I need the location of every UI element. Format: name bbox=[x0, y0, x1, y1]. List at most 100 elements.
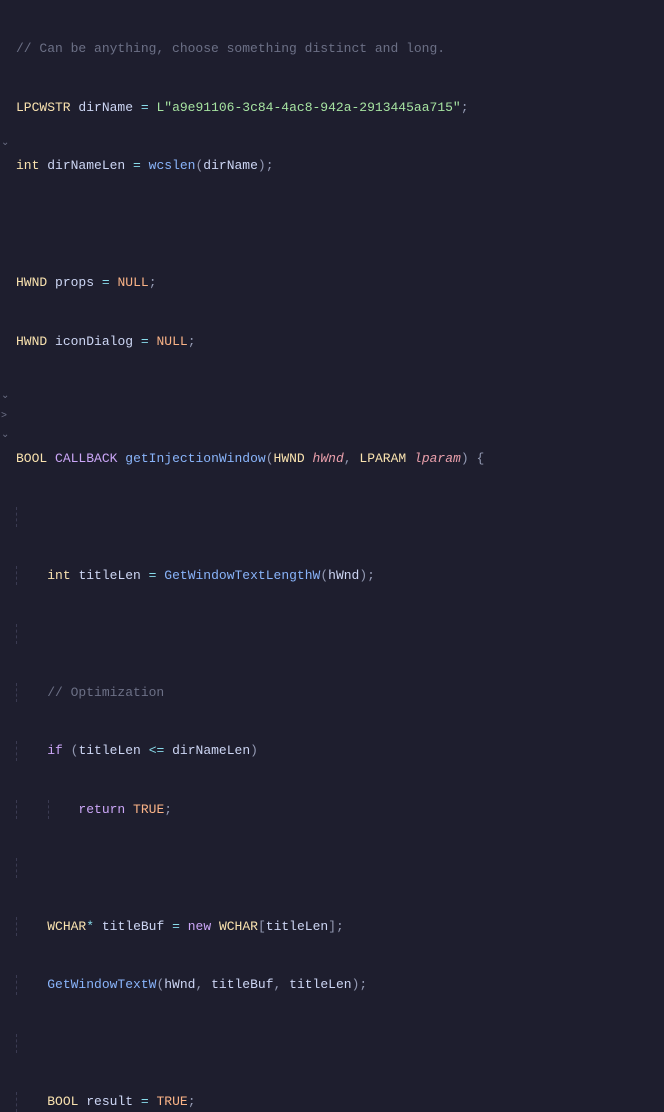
code-editor[interactable]: ⌄ ⌄ > ⌄ // Can be anything, choose somet… bbox=[0, 0, 664, 556]
punct: ; bbox=[367, 566, 375, 586]
comment: // Can be anything, choose something dis… bbox=[16, 39, 445, 59]
punct: [ bbox=[258, 917, 266, 937]
punct: ( bbox=[195, 156, 203, 176]
constant: NULL bbox=[117, 273, 148, 293]
punct: ] bbox=[328, 917, 336, 937]
punct: ; bbox=[336, 917, 344, 937]
identifier: titleLen bbox=[266, 917, 328, 937]
punct: ( bbox=[320, 566, 328, 586]
keyword: new bbox=[188, 917, 211, 937]
punct: , bbox=[274, 975, 282, 995]
punct: ; bbox=[164, 800, 172, 820]
code-line[interactable]: GetWindowTextW(hWnd, titleBuf, titleLen)… bbox=[16, 975, 664, 995]
keyword: if bbox=[47, 741, 63, 761]
type-token: int bbox=[16, 156, 39, 176]
code-line[interactable]: BOOL CALLBACK getInjectionWindow(HWND hW… bbox=[16, 449, 664, 469]
code-line[interactable]: // Can be anything, choose something dis… bbox=[16, 39, 664, 59]
punct: ; bbox=[188, 332, 196, 352]
operator: = bbox=[133, 156, 141, 176]
function-call: wcslen bbox=[149, 156, 196, 176]
punct: ; bbox=[266, 156, 274, 176]
code-line[interactable] bbox=[16, 858, 664, 878]
punct: ) bbox=[359, 566, 367, 586]
code-line[interactable]: int dirNameLen = wcslen(dirName); bbox=[16, 156, 664, 176]
code-line[interactable]: LPCWSTR dirName = L"a9e91106-3c84-4ac8-9… bbox=[16, 98, 664, 118]
code-line[interactable]: return TRUE; bbox=[16, 800, 664, 820]
identifier: dirNameLen bbox=[172, 741, 250, 761]
code-line[interactable]: int titleLen = GetWindowTextLengthW(hWnd… bbox=[16, 566, 664, 586]
operator: <= bbox=[149, 741, 165, 761]
punct: ; bbox=[188, 1092, 196, 1112]
type-token: int bbox=[47, 566, 70, 586]
code-line[interactable]: WCHAR* titleBuf = new WCHAR[titleLen]; bbox=[16, 917, 664, 937]
punct: ( bbox=[266, 449, 274, 469]
fold-chevron-icon[interactable]: ⌄ bbox=[1, 428, 9, 443]
code-content[interactable]: // Can be anything, choose something dis… bbox=[14, 0, 664, 556]
code-line[interactable]: // Optimization bbox=[16, 683, 664, 703]
function-def: getInjectionWindow bbox=[125, 449, 265, 469]
function-call: GetWindowTextW bbox=[47, 975, 156, 995]
keyword: return bbox=[78, 800, 125, 820]
string-literal: L"a9e91106-3c84-4ac8-942a-2913445aa715" bbox=[156, 98, 460, 118]
fold-chevron-icon[interactable]: ⌄ bbox=[1, 136, 9, 151]
code-line[interactable] bbox=[16, 215, 664, 235]
operator: = bbox=[141, 98, 149, 118]
keyword: CALLBACK bbox=[55, 449, 117, 469]
operator: = bbox=[149, 566, 157, 586]
identifier: dirNameLen bbox=[47, 156, 125, 176]
code-line[interactable] bbox=[16, 390, 664, 410]
punct: ( bbox=[71, 741, 79, 761]
code-line[interactable] bbox=[16, 624, 664, 644]
identifier: props bbox=[55, 273, 94, 293]
identifier: titleBuf bbox=[211, 975, 273, 995]
constant: NULL bbox=[156, 332, 187, 352]
type-token: BOOL bbox=[47, 1092, 78, 1112]
type-token: LPCWSTR bbox=[16, 98, 71, 118]
type-token: WCHAR bbox=[47, 917, 86, 937]
type-token: BOOL bbox=[16, 449, 47, 469]
param: hWnd bbox=[313, 449, 344, 469]
punct: , bbox=[344, 449, 352, 469]
folding-gutter: ⌄ ⌄ > ⌄ bbox=[0, 0, 14, 556]
param: lparam bbox=[414, 449, 461, 469]
operator: = bbox=[102, 273, 110, 293]
operator: = bbox=[141, 1092, 149, 1112]
code-line[interactable] bbox=[16, 1034, 664, 1054]
operator: = bbox=[172, 917, 180, 937]
comment: // Optimization bbox=[47, 683, 164, 703]
identifier: titleLen bbox=[289, 975, 351, 995]
code-line[interactable]: HWND iconDialog = NULL; bbox=[16, 332, 664, 352]
code-line[interactable]: HWND props = NULL; bbox=[16, 273, 664, 293]
punct: ) bbox=[461, 449, 469, 469]
type-token: HWND bbox=[16, 332, 47, 352]
operator: * bbox=[86, 917, 94, 937]
operator: = bbox=[141, 332, 149, 352]
punct: ; bbox=[149, 273, 157, 293]
identifier: iconDialog bbox=[55, 332, 133, 352]
identifier: result bbox=[86, 1092, 133, 1112]
code-line[interactable]: BOOL result = TRUE; bbox=[16, 1092, 664, 1112]
punct: ; bbox=[461, 98, 469, 118]
code-line[interactable]: if (titleLen <= dirNameLen) bbox=[16, 741, 664, 761]
type-token: HWND bbox=[274, 449, 305, 469]
punct: ) bbox=[352, 975, 360, 995]
type-token: LPARAM bbox=[359, 449, 406, 469]
constant: TRUE bbox=[133, 800, 164, 820]
identifier: dirName bbox=[78, 98, 133, 118]
brace: { bbox=[476, 449, 484, 469]
type-token: WCHAR bbox=[219, 917, 258, 937]
fold-chevron-icon[interactable]: > bbox=[1, 409, 7, 424]
constant: TRUE bbox=[157, 1092, 188, 1112]
identifier: titleLen bbox=[78, 566, 140, 586]
function-call: GetWindowTextLengthW bbox=[164, 566, 320, 586]
punct: ) bbox=[258, 156, 266, 176]
code-line[interactable] bbox=[16, 507, 664, 527]
identifier: dirName bbox=[203, 156, 258, 176]
type-token: HWND bbox=[16, 273, 47, 293]
fold-chevron-icon[interactable]: ⌄ bbox=[1, 389, 9, 404]
punct: ) bbox=[250, 741, 258, 761]
punct: ; bbox=[359, 975, 367, 995]
identifier: titleLen bbox=[78, 741, 140, 761]
identifier: titleBuf bbox=[102, 917, 164, 937]
identifier: hWnd bbox=[328, 566, 359, 586]
